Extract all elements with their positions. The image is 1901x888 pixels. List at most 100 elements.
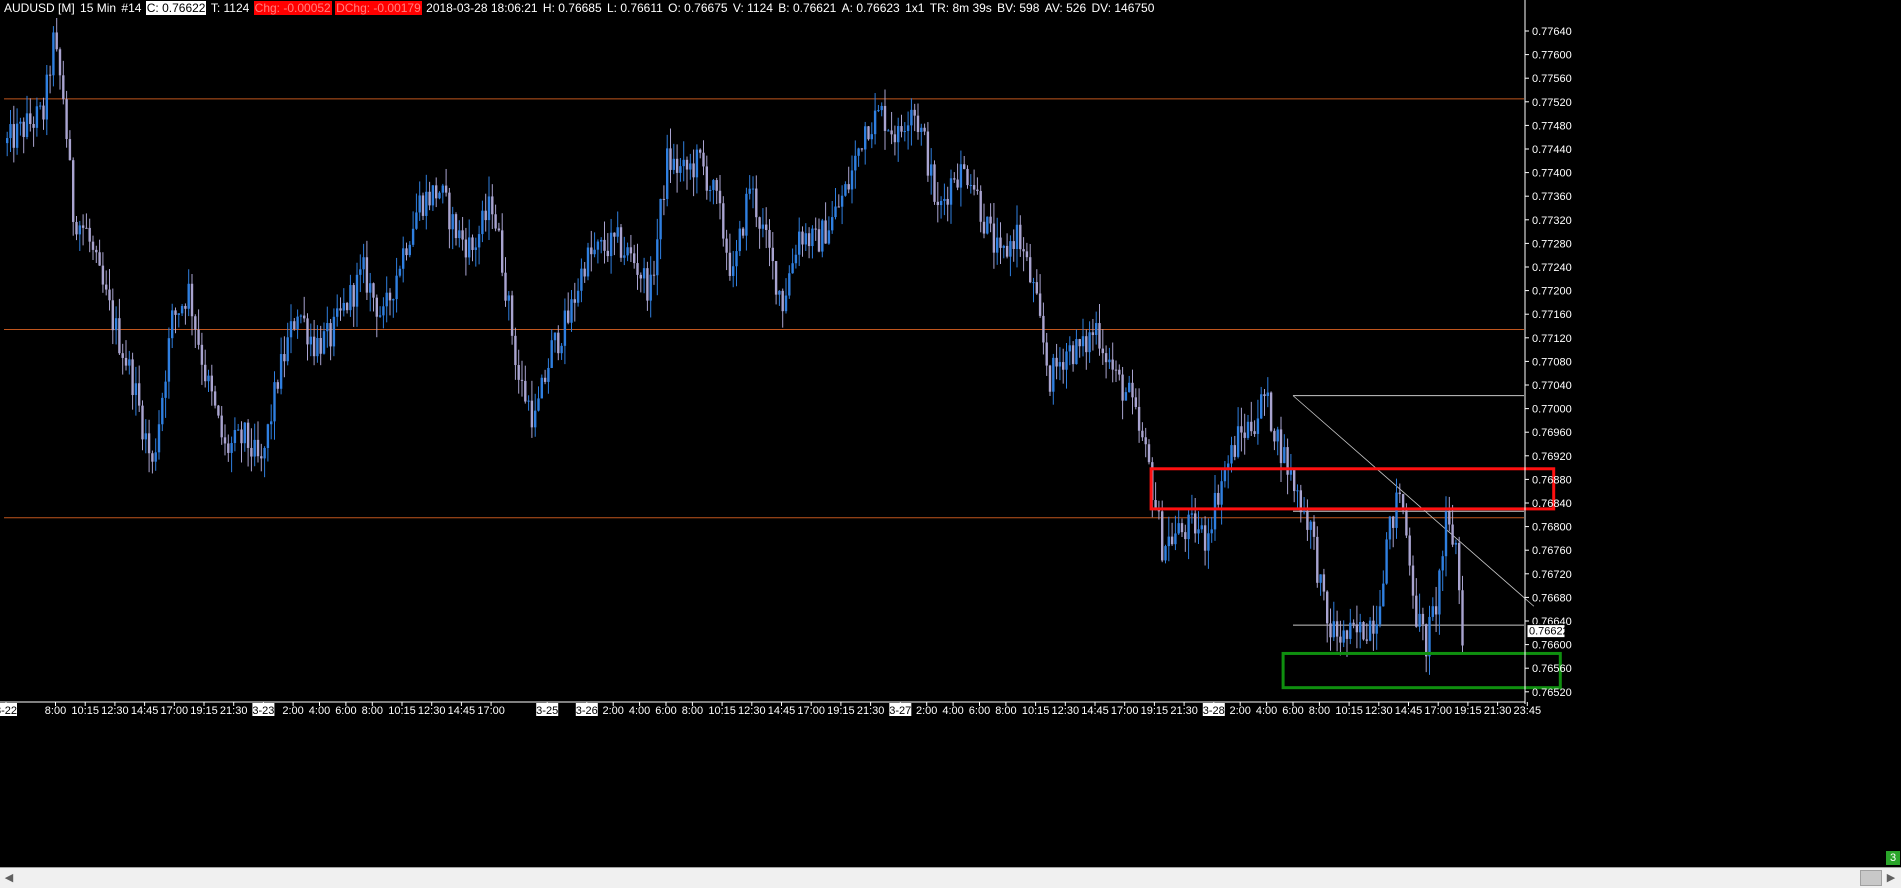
candle-body bbox=[616, 227, 619, 237]
candle-body bbox=[732, 266, 735, 276]
candle-body bbox=[1180, 523, 1184, 533]
time-tick-label: 8:00 bbox=[682, 705, 703, 717]
candle-body bbox=[1230, 445, 1233, 464]
candle-body bbox=[1345, 630, 1349, 639]
time-axis[interactable]: 3-228:0010:1512:3014:4517:0019:1521:303-… bbox=[0, 701, 1541, 717]
candle-body bbox=[1085, 336, 1088, 353]
candle-body bbox=[88, 227, 91, 242]
candle-body bbox=[933, 164, 936, 202]
candle-body bbox=[679, 166, 682, 173]
candle-body bbox=[824, 220, 827, 244]
price-tick-label: 0.77200 bbox=[1532, 286, 1572, 298]
candle-body bbox=[1319, 574, 1322, 583]
candle-body bbox=[1273, 430, 1276, 442]
candle-body bbox=[1461, 590, 1464, 646]
candle-body bbox=[1022, 249, 1025, 252]
corner-badge[interactable]: 3 bbox=[1886, 851, 1900, 865]
candle-body bbox=[840, 195, 844, 207]
candle-body bbox=[1111, 359, 1114, 370]
candle-body bbox=[365, 257, 369, 293]
candle-body bbox=[1144, 437, 1147, 445]
candle-body bbox=[606, 250, 609, 257]
candle-body bbox=[903, 131, 906, 133]
candle-body bbox=[972, 185, 976, 190]
candle-body bbox=[563, 310, 567, 346]
candle-body bbox=[1382, 583, 1385, 607]
price-tick-label: 0.77560 bbox=[1532, 73, 1572, 85]
candle-body bbox=[223, 437, 227, 444]
candle-body bbox=[468, 237, 471, 258]
time-tick-label: 19:15 bbox=[1454, 705, 1482, 717]
candle-body bbox=[857, 148, 860, 156]
candle-body bbox=[1421, 613, 1425, 625]
candle-body bbox=[306, 318, 309, 345]
horizontal-scrollbar[interactable]: ◀ ▶ bbox=[0, 867, 1901, 888]
price-tick-label: 0.76880 bbox=[1532, 474, 1572, 486]
time-tick-label: 12:30 bbox=[738, 705, 766, 717]
candle-body bbox=[296, 316, 299, 330]
price-tick-label: 0.76680 bbox=[1532, 592, 1572, 604]
candle-body bbox=[240, 429, 243, 444]
candle-body bbox=[29, 113, 32, 125]
scroll-left-icon[interactable]: ◀ bbox=[2, 871, 16, 885]
candle-body bbox=[986, 216, 989, 234]
candle-body bbox=[877, 110, 880, 112]
candle-body bbox=[1161, 511, 1164, 561]
candle-body bbox=[573, 299, 576, 303]
candle-body bbox=[1005, 245, 1009, 257]
candle-body bbox=[385, 292, 388, 307]
scroll-thumb[interactable] bbox=[1860, 870, 1882, 886]
price-chart[interactable]: 0.77640 0.77600 0.77560 0.77520 0.77480 0.774… bbox=[0, 0, 1901, 867]
scroll-right-icon[interactable]: ▶ bbox=[1884, 871, 1898, 885]
daily-volume: DV: 146750 bbox=[1091, 1, 1155, 15]
candle-body bbox=[78, 225, 81, 235]
candle-body bbox=[765, 224, 768, 230]
candle-body bbox=[342, 302, 345, 311]
candle-body bbox=[514, 335, 517, 366]
candle-body bbox=[1289, 469, 1293, 475]
time-tick-label: 6:00 bbox=[655, 705, 676, 717]
candle-body bbox=[19, 121, 22, 124]
candle-body bbox=[62, 75, 65, 100]
candle-body bbox=[883, 105, 887, 131]
price-tick-label: 0.77040 bbox=[1532, 380, 1572, 392]
candle-body bbox=[1269, 392, 1273, 431]
time-tick-label: 21:30 bbox=[220, 705, 248, 717]
candle-body bbox=[501, 230, 504, 273]
candle-body bbox=[1415, 595, 1418, 627]
candle-body bbox=[619, 227, 623, 258]
candle-body bbox=[157, 424, 161, 453]
time-tick-label: 2:00 bbox=[916, 705, 937, 717]
candle-body bbox=[969, 185, 972, 187]
candle-body bbox=[666, 148, 669, 199]
time-tick-label: 2:00 bbox=[1229, 705, 1250, 717]
candle-body bbox=[662, 198, 666, 200]
candle-body bbox=[273, 382, 276, 422]
timeframe-label[interactable]: 15 Min bbox=[79, 1, 117, 15]
price-tick-label: 0.77000 bbox=[1532, 404, 1572, 416]
candle-body bbox=[926, 131, 930, 176]
candle-body bbox=[854, 155, 857, 171]
candle-body bbox=[1428, 616, 1431, 657]
candle-body bbox=[738, 228, 741, 252]
candle-body bbox=[1405, 510, 1408, 536]
candle-body bbox=[15, 123, 19, 148]
candle-body bbox=[1352, 622, 1355, 625]
candle-body bbox=[906, 125, 910, 132]
time-tick-label: 19:15 bbox=[827, 705, 855, 717]
candle-body bbox=[1451, 524, 1454, 545]
candle-body bbox=[243, 422, 246, 444]
candle-body bbox=[586, 247, 590, 277]
time-tick-label: 6:00 bbox=[1282, 705, 1303, 717]
candle-body bbox=[1019, 224, 1022, 250]
candle-body bbox=[1104, 353, 1108, 363]
candle-body bbox=[210, 375, 213, 392]
candle-body bbox=[1263, 394, 1266, 397]
price-tick-label: 0.77120 bbox=[1532, 333, 1572, 345]
time-tick-label: 21:30 bbox=[857, 705, 885, 717]
candle-body bbox=[1187, 514, 1190, 540]
candle-body bbox=[35, 106, 39, 128]
candle-body bbox=[405, 248, 408, 256]
candle-body bbox=[949, 178, 953, 205]
candle-body bbox=[1306, 511, 1309, 530]
